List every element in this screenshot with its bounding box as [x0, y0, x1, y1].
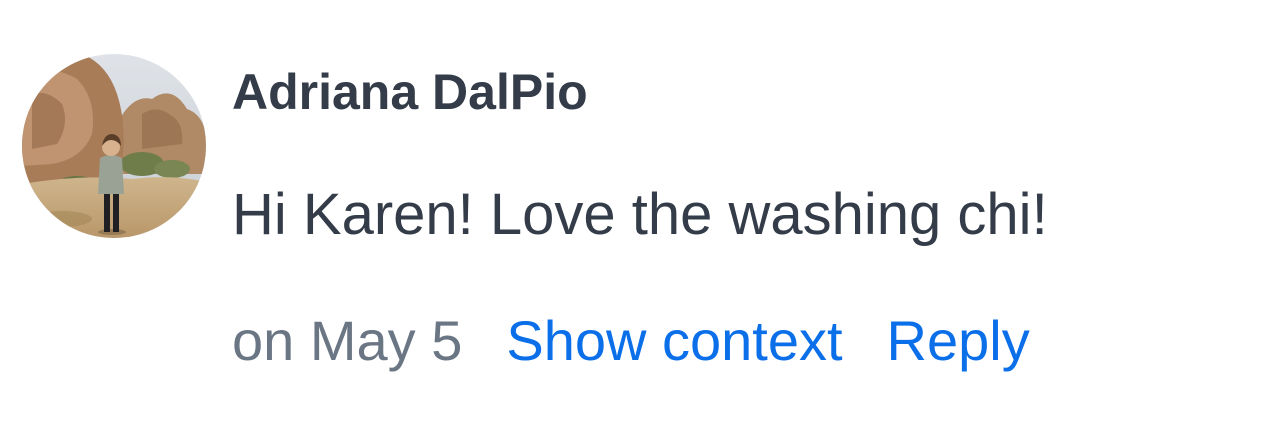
avatar-photo-icon	[22, 54, 206, 238]
reply-link[interactable]: Reply	[887, 306, 1030, 376]
author-avatar[interactable]	[22, 54, 206, 238]
author-name[interactable]: Adriana DalPio	[232, 62, 588, 122]
comment-item: Adriana DalPio Hi Karen! Love the washin…	[0, 0, 1263, 436]
show-context-link[interactable]: Show context	[506, 306, 842, 376]
comment-text: Hi Karen! Love the washing chi!	[232, 182, 1048, 247]
comment-timestamp: on May 5	[232, 309, 463, 372]
comment-meta: on May 5 Show context Reply	[232, 306, 1030, 376]
